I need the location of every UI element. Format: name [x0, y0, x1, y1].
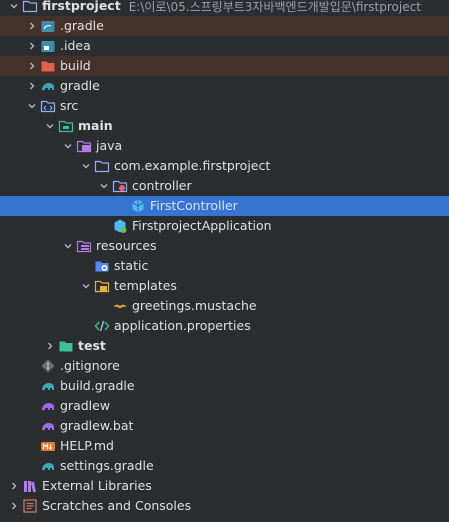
- tree-item-label: test: [78, 338, 106, 353]
- tree-row-help-md[interactable]: HELP.md: [0, 436, 449, 456]
- tree-row-idea[interactable]: .idea: [0, 36, 449, 56]
- chevron-down-icon[interactable]: [42, 116, 58, 136]
- source-folder-icon: [40, 98, 56, 114]
- tree-row-dot-gradle[interactable]: .gradle: [0, 16, 449, 36]
- chevron-right-icon[interactable]: [24, 16, 40, 36]
- tree-row-static[interactable]: static: [0, 256, 449, 276]
- tree-item-label: Scratches and Consoles: [42, 498, 192, 513]
- tree-row-main[interactable]: main: [0, 116, 449, 136]
- tree-item-label: External Libraries: [42, 478, 152, 493]
- web-folder-icon: [94, 258, 110, 274]
- chevron-down-icon[interactable]: [24, 96, 40, 116]
- chevron-right-icon[interactable]: [24, 36, 40, 56]
- tree-item-label: resources: [96, 238, 157, 253]
- tree-row-gradlew-bat[interactable]: gradlew.bat: [0, 416, 449, 436]
- java-source-root-icon: [76, 138, 92, 154]
- tree-row-java[interactable]: java: [0, 136, 449, 156]
- chevron-down-icon[interactable]: [60, 236, 76, 256]
- resources-root-icon: [76, 238, 92, 254]
- markdown-file-icon: [40, 438, 56, 454]
- tree-row-scratches[interactable]: Scratches and Consoles: [0, 496, 449, 516]
- tree-row-mustache[interactable]: greetings.mustache: [0, 296, 449, 316]
- project-root-label: firstproject: [42, 0, 121, 13]
- tree-row-gradle[interactable]: gradle: [0, 76, 449, 96]
- tree-row-build[interactable]: build: [0, 56, 449, 76]
- scratches-icon: [22, 498, 38, 514]
- chevron-down-icon[interactable]: [78, 156, 94, 176]
- tree-item-label: static: [114, 258, 149, 273]
- tree-row-external-libraries[interactable]: External Libraries: [0, 476, 449, 496]
- tree-item-label: .gitignore: [60, 358, 120, 373]
- tree-item-label: src: [60, 98, 79, 113]
- mustache-file-icon: [112, 298, 128, 314]
- tree-item-label: gradlew: [60, 398, 111, 413]
- tree-row-src[interactable]: src: [0, 96, 449, 116]
- tree-row-settings-gradle[interactable]: settings.gradle: [0, 456, 449, 476]
- spring-boot-class-icon: [112, 218, 128, 234]
- tree-item-label: java: [96, 138, 123, 153]
- module-folder-icon: [58, 118, 74, 134]
- tree-row-test[interactable]: test: [0, 336, 449, 356]
- tree-row-resources[interactable]: resources: [0, 236, 449, 256]
- chevron-down-icon[interactable]: [60, 136, 76, 156]
- chevron-right-icon[interactable]: [42, 336, 58, 356]
- tree-row-app-class[interactable]: FirstprojectApplication: [0, 216, 449, 236]
- tree-item-label: main: [78, 118, 113, 133]
- tree-row-templates[interactable]: templates: [0, 276, 449, 296]
- gradle-elephant-icon: [40, 378, 56, 394]
- chevron-right-icon[interactable]: [6, 476, 22, 496]
- gitignore-file-icon: [40, 358, 56, 374]
- package-folder-icon: [94, 158, 110, 174]
- tree-item-label: gradle: [60, 78, 100, 93]
- gradle-folder-icon: [40, 18, 56, 34]
- tree-row-gradlew[interactable]: gradlew: [0, 396, 449, 416]
- chevron-down-icon[interactable]: [78, 276, 94, 296]
- library-icon: [22, 478, 38, 494]
- gradle-elephant-icon: [40, 458, 56, 474]
- tree-item-label: HELP.md: [60, 438, 114, 453]
- properties-file-icon: [94, 318, 110, 334]
- project-path: E:\이로\05.스프링부트3자바백엔드개발입문\firstproject: [128, 0, 421, 14]
- test-folder-icon: [58, 338, 74, 354]
- controller-folder-icon: [112, 178, 128, 194]
- gradle-elephant-icon: [40, 78, 56, 94]
- chevron-down-icon[interactable]: [6, 0, 22, 16]
- gradle-wrapper-icon: [40, 418, 56, 434]
- tree-item-label: com.example.firstproject: [114, 158, 271, 173]
- tree-row-package[interactable]: com.example.firstproject: [0, 156, 449, 176]
- tree-item-label: application.properties: [114, 318, 251, 333]
- tree-item-label: greetings.mustache: [132, 298, 257, 313]
- gradle-wrapper-icon: [40, 398, 56, 414]
- tree-item-label: .gradle: [60, 18, 104, 33]
- tree-item-label: FirstprojectApplication: [132, 218, 272, 233]
- tree-item-label: gradlew.bat: [60, 418, 134, 433]
- tree-item-label: settings.gradle: [60, 458, 154, 473]
- project-tree: firstproject E:\이로\05.스프링부트3자바백엔드개발입문\fi…: [0, 0, 449, 522]
- tree-item-label: controller: [132, 178, 192, 193]
- tree-row-properties[interactable]: application.properties: [0, 316, 449, 336]
- tree-item-label: .idea: [60, 38, 91, 53]
- idea-folder-icon: [40, 38, 56, 54]
- tree-row-first-controller[interactable]: FirstController: [0, 196, 449, 216]
- tree-item-label: FirstController: [150, 198, 238, 213]
- chevron-right-icon[interactable]: [24, 56, 40, 76]
- tree-row-controller[interactable]: controller: [0, 176, 449, 196]
- excluded-folder-icon: [40, 58, 56, 74]
- tree-item-label: build.gradle: [60, 378, 135, 393]
- spring-bean-icon: [130, 198, 146, 214]
- chevron-right-icon[interactable]: [6, 496, 22, 516]
- templates-folder-icon: [94, 278, 110, 294]
- tree-row-root[interactable]: firstproject E:\이로\05.스프링부트3자바백엔드개발입문\fi…: [0, 0, 449, 16]
- tree-row-gitignore[interactable]: .gitignore: [0, 356, 449, 376]
- chevron-right-icon[interactable]: [24, 76, 40, 96]
- tree-item-label: build: [60, 58, 91, 73]
- tree-row-build-gradle[interactable]: build.gradle: [0, 376, 449, 396]
- module-folder-icon: [22, 0, 38, 14]
- tree-item-label: templates: [114, 278, 177, 293]
- chevron-down-icon[interactable]: [96, 176, 112, 196]
